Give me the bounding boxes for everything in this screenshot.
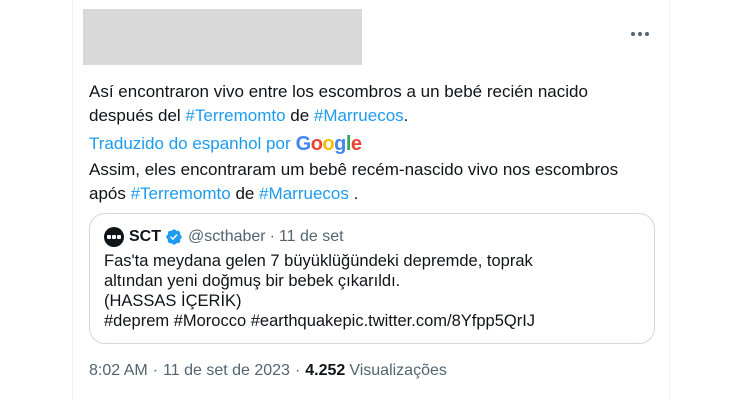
tweet-card: Así encontraron vivo entre los escombros… xyxy=(72,0,670,400)
translated-text: Assim, eles encontraram um bebê recém-na… xyxy=(89,158,649,206)
tweet-time[interactable]: 8:02 AM xyxy=(89,362,148,380)
hashtag-link[interactable]: #Marruecos xyxy=(314,106,404,125)
translation-attribution[interactable]: Traduzido do espanhol por Google xyxy=(89,131,362,157)
quote-header: SCT @scthaber · 11 de set xyxy=(104,227,344,247)
translation-text-part: de xyxy=(230,184,260,203)
tweet-meta: 8:02 AM · 11 de set de 2023 · 4.252 Visu… xyxy=(89,360,447,382)
quote-tweet[interactable]: SCT @scthaber · 11 de set Fas'ta meydana… xyxy=(89,213,655,344)
avatar[interactable] xyxy=(104,227,124,247)
hashtag-link[interactable]: #Marruecos xyxy=(259,184,349,203)
avatar-mark xyxy=(107,235,111,239)
quote-author-name[interactable]: SCT xyxy=(129,228,161,246)
tweet-text: Así encontraron vivo entre los escombros… xyxy=(89,80,649,128)
quote-separator: · xyxy=(269,228,275,245)
views-count: 4.252 xyxy=(305,362,346,379)
meta-separator: · xyxy=(152,362,159,379)
more-horizontal-icon-dot xyxy=(638,32,642,36)
google-logo-letter: o xyxy=(322,132,335,155)
google-logo-letter: o xyxy=(310,132,323,155)
tweet-text-part: de xyxy=(285,106,314,125)
views-label: Visualizações xyxy=(349,362,447,379)
google-logo-letter: G xyxy=(295,132,312,155)
tweet-date[interactable]: 11 de set de 2023 xyxy=(163,362,290,380)
quote-author-handle[interactable]: @scthaber xyxy=(188,228,266,246)
translation-text-part: . xyxy=(348,184,359,203)
hashtag-link[interactable]: #Terremomto xyxy=(131,184,231,203)
translated-from-label: Traduzido do espanhol por xyxy=(89,134,291,153)
google-logo-letter: e xyxy=(350,132,362,155)
tweet-text-part: . xyxy=(403,106,409,125)
avatar-mark xyxy=(112,235,116,239)
google-logo: Google xyxy=(296,133,362,156)
avatar-mark xyxy=(117,235,121,239)
more-horizontal-icon xyxy=(631,32,635,36)
more-options-button[interactable] xyxy=(625,22,655,46)
hashtag-link[interactable]: #Terremomto xyxy=(185,106,285,125)
quote-body-text: Fas'ta meydana gelen 7 büyüklüğündeki de… xyxy=(104,252,536,330)
quote-date[interactable]: 11 de set xyxy=(279,228,344,246)
author-header-redacted xyxy=(83,9,362,65)
more-horizontal-icon-dot xyxy=(645,32,649,36)
google-logo-letter: g xyxy=(334,132,346,155)
meta-separator: · xyxy=(294,362,301,379)
verified-badge-icon xyxy=(166,229,182,245)
